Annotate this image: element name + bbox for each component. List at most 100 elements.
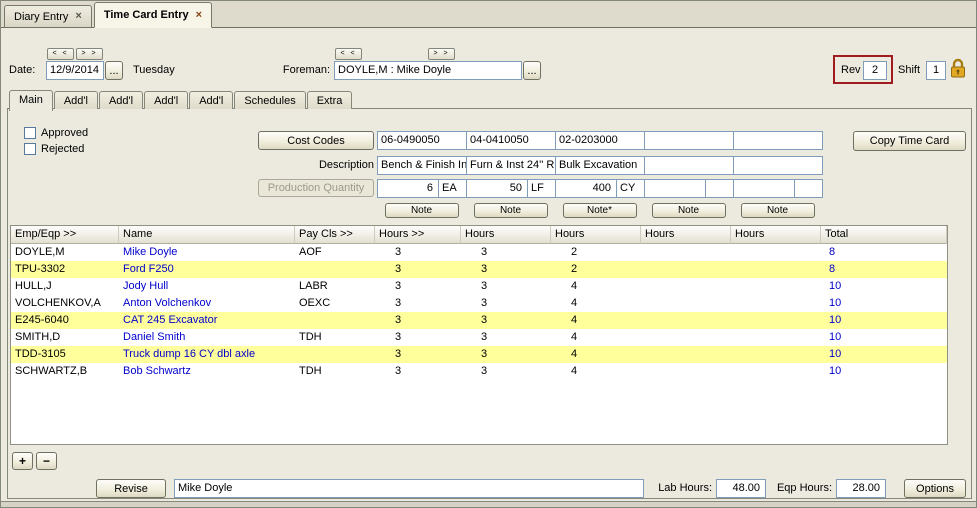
row-hours[interactable]	[731, 312, 821, 329]
row-hours[interactable]: 3	[461, 278, 551, 295]
row-total[interactable]: 10	[821, 278, 947, 295]
cost-code-field[interactable]	[644, 131, 734, 150]
rejected-checkbox[interactable]	[24, 143, 36, 155]
uom-field[interactable]	[794, 179, 823, 198]
row-hours[interactable]: 3	[375, 261, 461, 278]
note-button[interactable]: Note	[651, 203, 726, 218]
row-hours[interactable]: 4	[551, 295, 641, 312]
quantity-field[interactable]: 400	[555, 179, 617, 198]
note-button[interactable]: Note	[740, 203, 815, 218]
foreman-browse-button[interactable]: ...	[523, 61, 541, 80]
row-code[interactable]: SMITH,D	[11, 329, 119, 346]
quantity-field[interactable]: 50	[466, 179, 528, 198]
row-name[interactable]: Mike Doyle	[119, 244, 295, 261]
quantity-field[interactable]	[733, 179, 795, 198]
cost-code-field[interactable]: 06-0490050	[377, 131, 467, 150]
column-header-pay-cls[interactable]: Pay Cls >>	[295, 226, 375, 244]
description-field[interactable]: Bulk Excavation	[555, 156, 645, 175]
row-hours[interactable]: 3	[461, 312, 551, 329]
approved-checkbox[interactable]	[24, 127, 36, 139]
row-hours[interactable]	[731, 278, 821, 295]
row-hours[interactable]: 3	[461, 363, 551, 380]
table-row[interactable]: TDD-3105 Truck dump 16 CY dbl axle 3 3 4…	[11, 346, 947, 363]
row-hours[interactable]	[641, 261, 731, 278]
column-header-hours-3[interactable]: Hours	[551, 226, 641, 244]
row-code[interactable]: HULL,J	[11, 278, 119, 295]
uom-field[interactable]: LF	[527, 179, 556, 198]
row-code[interactable]: E245-6040	[11, 312, 119, 329]
uom-field[interactable]: CY	[616, 179, 645, 198]
cost-codes-button[interactable]: Cost Codes	[258, 131, 374, 150]
row-total[interactable]: 10	[821, 329, 947, 346]
row-hours[interactable]: 2	[551, 244, 641, 261]
description-field[interactable]	[644, 156, 734, 175]
cost-code-field[interactable]	[733, 131, 823, 150]
row-name[interactable]: Anton Volchenkov	[119, 295, 295, 312]
row-hours[interactable]	[641, 278, 731, 295]
row-code[interactable]: TDD-3105	[11, 346, 119, 363]
row-hours[interactable]: 4	[551, 346, 641, 363]
tab-addl-2[interactable]: Add'l	[98, 91, 144, 109]
row-name[interactable]: CAT 245 Excavator	[119, 312, 295, 329]
cost-code-field[interactable]: 04-0410050	[466, 131, 556, 150]
foreman-next-button[interactable]: > >	[428, 48, 455, 60]
row-hours[interactable]	[641, 346, 731, 363]
row-hours[interactable]: 3	[375, 363, 461, 380]
column-header-hours-1[interactable]: Hours >>	[375, 226, 461, 244]
tab-main[interactable]: Main	[9, 90, 53, 111]
tab-diary-entry[interactable]: Diary Entry ×	[4, 5, 92, 27]
row-name[interactable]: Truck dump 16 CY dbl axle	[119, 346, 295, 363]
row-hours[interactable]: 3	[461, 261, 551, 278]
table-row[interactable]: SMITH,D Daniel Smith TDH 3 3 4 10	[11, 329, 947, 346]
add-row-button[interactable]: +	[12, 452, 33, 470]
row-name[interactable]: Jody Hull	[119, 278, 295, 295]
row-hours[interactable]: 4	[551, 278, 641, 295]
row-payclass[interactable]: TDH	[295, 363, 375, 380]
tab-time-card-entry[interactable]: Time Card Entry ×	[93, 2, 213, 28]
row-hours[interactable]: 3	[461, 346, 551, 363]
note-button[interactable]: Note	[384, 203, 459, 218]
copy-time-card-button[interactable]: Copy Time Card	[853, 131, 966, 151]
tab-schedules[interactable]: Schedules	[234, 91, 306, 109]
foreman-name-field[interactable]: Mike Doyle	[174, 479, 644, 498]
row-payclass[interactable]	[295, 346, 375, 363]
column-header-hours-5[interactable]: Hours	[731, 226, 821, 244]
row-total[interactable]: 8	[821, 244, 947, 261]
row-payclass[interactable]: TDH	[295, 329, 375, 346]
close-icon[interactable]: ×	[196, 9, 202, 21]
row-hours[interactable]	[641, 312, 731, 329]
row-name[interactable]: Daniel Smith	[119, 329, 295, 346]
date-input[interactable]: 12/9/2014	[46, 61, 104, 80]
description-field[interactable]: Bench & Finish In	[377, 156, 467, 175]
options-button[interactable]: Options	[904, 479, 966, 498]
description-field[interactable]: Furn & Inst 24'' R	[466, 156, 556, 175]
row-hours[interactable]	[641, 295, 731, 312]
table-row[interactable]: TPU-3302 Ford F250 3 3 2 8	[11, 261, 947, 278]
revise-button[interactable]: Revise	[96, 479, 166, 498]
date-prev-button[interactable]: < <	[47, 48, 74, 60]
row-hours[interactable]: 4	[551, 329, 641, 346]
row-total[interactable]: 10	[821, 295, 947, 312]
date-browse-button[interactable]: ...	[105, 61, 123, 80]
table-row[interactable]: HULL,J Jody Hull LABR 3 3 4 10	[11, 278, 947, 295]
row-name[interactable]: Bob Schwartz	[119, 363, 295, 380]
column-header-emp-eqp[interactable]: Emp/Eqp >>	[11, 226, 119, 244]
row-code[interactable]: TPU-3302	[11, 261, 119, 278]
row-hours[interactable]	[731, 346, 821, 363]
row-hours[interactable]	[641, 244, 731, 261]
row-hours[interactable]: 3	[375, 278, 461, 295]
row-hours[interactable]: 4	[551, 363, 641, 380]
row-payclass[interactable]: LABR	[295, 278, 375, 295]
table-row[interactable]: VOLCHENKOV,A Anton Volchenkov OEXC 3 3 4…	[11, 295, 947, 312]
date-next-button[interactable]: > >	[76, 48, 103, 60]
row-hours[interactable]	[641, 363, 731, 380]
table-row[interactable]: DOYLE,M Mike Doyle AOF 3 3 2 8	[11, 244, 947, 261]
quantity-field[interactable]	[644, 179, 706, 198]
cost-code-field[interactable]: 02-0203000	[555, 131, 645, 150]
row-hours[interactable]: 2	[551, 261, 641, 278]
table-row[interactable]: E245-6040 CAT 245 Excavator 3 3 4 10	[11, 312, 947, 329]
row-hours[interactable]	[641, 329, 731, 346]
table-row[interactable]: SCHWARTZ,B Bob Schwartz TDH 3 3 4 10	[11, 363, 947, 380]
column-header-total[interactable]: Total	[821, 226, 947, 244]
row-name[interactable]: Ford F250	[119, 261, 295, 278]
